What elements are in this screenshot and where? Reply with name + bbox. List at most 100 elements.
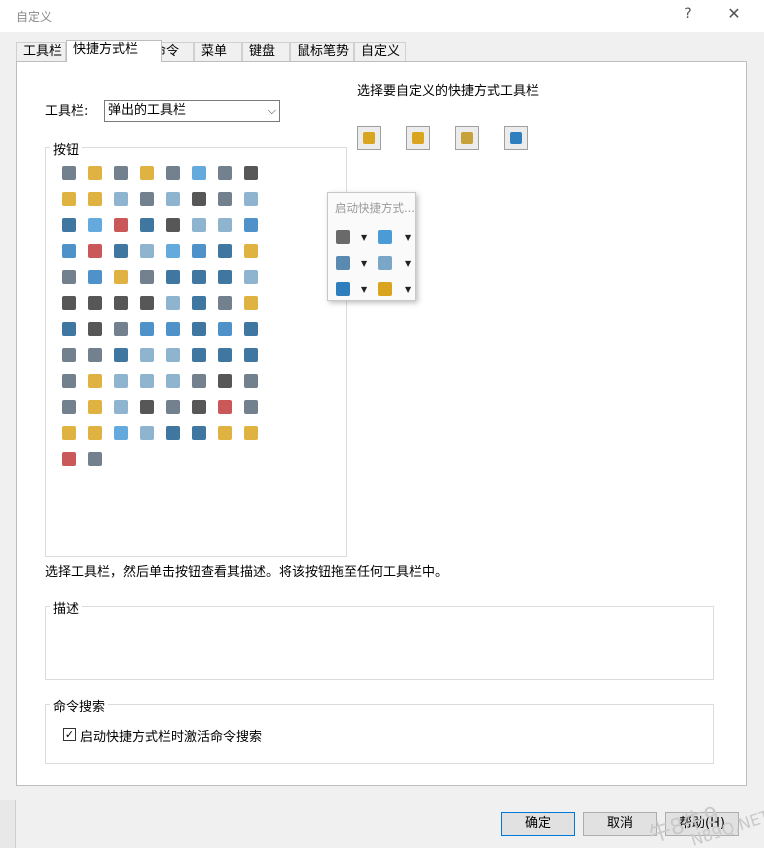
toolbar-button-icon[interactable]	[84, 214, 106, 236]
assembly-shortcut-button[interactable]	[406, 126, 430, 150]
toolbar-button-icon[interactable]	[58, 188, 80, 210]
toolbar-button-icon[interactable]	[58, 396, 80, 418]
toolbar-button-icon[interactable]	[84, 344, 106, 366]
part-shortcut-button[interactable]	[357, 126, 381, 150]
toolbar-button-icon[interactable]	[188, 292, 210, 314]
toolbar-button-icon[interactable]	[110, 370, 132, 392]
toolbar-button-icon[interactable]	[136, 240, 158, 262]
drawing-shortcut-button[interactable]	[455, 126, 479, 150]
toolbar-button-icon[interactable]	[110, 292, 132, 314]
shaded-view-icon[interactable]	[375, 253, 395, 273]
toolbar-button-icon[interactable]	[240, 162, 262, 184]
dropdown-arrow-icon[interactable]: ▼	[405, 233, 411, 242]
toolbar-button-icon[interactable]	[58, 162, 80, 184]
toolbar-button-icon[interactable]	[162, 422, 184, 444]
toolbar-button-icon[interactable]	[136, 344, 158, 366]
toolbar-button-icon[interactable]	[136, 214, 158, 236]
toolbar-button-icon[interactable]	[110, 240, 132, 262]
toolbar-button-icon[interactable]	[188, 240, 210, 262]
toolbar-button-icon[interactable]	[58, 292, 80, 314]
toolbar-button-icon[interactable]	[162, 188, 184, 210]
sketch-shortcut-button[interactable]	[504, 126, 528, 150]
toolbar-button-icon[interactable]	[240, 188, 262, 210]
toolbar-button-icon[interactable]	[110, 266, 132, 288]
view-orientation-icon[interactable]	[375, 227, 395, 247]
toolbar-button-icon[interactable]	[240, 422, 262, 444]
toolbar-button-icon[interactable]	[58, 448, 80, 470]
tab-keyboard[interactable]: 键盘	[242, 42, 290, 62]
close-icon[interactable]: ✕	[724, 4, 744, 23]
toolbar-button-icon[interactable]	[214, 214, 236, 236]
toolbar-button-icon[interactable]	[188, 370, 210, 392]
toolbar-button-icon[interactable]	[162, 292, 184, 314]
toolbar-button-icon[interactable]	[162, 318, 184, 340]
toolbar-button-icon[interactable]	[162, 240, 184, 262]
toolbar-button-icon[interactable]	[214, 422, 236, 444]
toolbar-button-icon[interactable]	[110, 422, 132, 444]
toolbar-button-icon[interactable]	[188, 188, 210, 210]
help-button[interactable]: 帮助(H)	[665, 812, 739, 836]
toolbar-button-icon[interactable]	[110, 318, 132, 340]
toolbar-button-icon[interactable]	[136, 292, 158, 314]
toolbar-button-icon[interactable]	[136, 396, 158, 418]
toolbar-button-icon[interactable]	[110, 344, 132, 366]
tab-menus[interactable]: 菜单	[194, 42, 242, 62]
toolbar-button-icon[interactable]	[58, 422, 80, 444]
toolbar-button-icon[interactable]	[240, 240, 262, 262]
toolbar-button-icon[interactable]	[136, 162, 158, 184]
toolbar-button-icon[interactable]	[240, 266, 262, 288]
dropdown-arrow-icon[interactable]: ▼	[405, 259, 411, 268]
toolbar-button-icon[interactable]	[58, 370, 80, 392]
toolbar-button-icon[interactable]	[58, 240, 80, 262]
toolbar-button-icon[interactable]	[84, 292, 106, 314]
toolbar-button-icon[interactable]	[136, 318, 158, 340]
select-arrow-icon[interactable]	[333, 227, 353, 247]
toolbar-button-icon[interactable]	[84, 188, 106, 210]
toolbar-dropdown[interactable]: 弹出的工具栏 ⌵	[104, 100, 280, 122]
toolbar-button-icon[interactable]	[214, 292, 236, 314]
toolbar-button-icon[interactable]	[214, 370, 236, 392]
toolbar-button-icon[interactable]	[84, 448, 106, 470]
ok-button[interactable]: 确定	[501, 812, 575, 836]
toolbar-button-icon[interactable]	[84, 370, 106, 392]
toolbar-button-icon[interactable]	[58, 318, 80, 340]
toolbar-button-icon[interactable]	[84, 266, 106, 288]
toolbar-button-icon[interactable]	[240, 214, 262, 236]
toolbar-button-icon[interactable]	[162, 214, 184, 236]
toolbar-button-icon[interactable]	[240, 370, 262, 392]
dropdown-arrow-icon[interactable]: ▼	[361, 285, 367, 294]
command-search-checkbox[interactable]: ✓	[63, 728, 76, 741]
toolbar-button-icon[interactable]	[188, 344, 210, 366]
tab-toolbars[interactable]: 工具栏	[16, 42, 66, 62]
toolbar-button-icon[interactable]	[162, 370, 184, 392]
dropdown-arrow-icon[interactable]: ▼	[405, 285, 411, 294]
tab-mouse-gestures[interactable]: 鼠标笔势	[290, 42, 354, 62]
appearance-icon[interactable]	[375, 279, 395, 299]
tab-customization[interactable]: 自定义	[354, 42, 406, 62]
toolbar-button-icon[interactable]	[58, 344, 80, 366]
toolbar-button-icon[interactable]	[214, 396, 236, 418]
toolbar-button-icon[interactable]	[188, 318, 210, 340]
toolbar-button-icon[interactable]	[58, 214, 80, 236]
section-view-icon[interactable]	[333, 279, 353, 299]
toolbar-button-icon[interactable]	[214, 240, 236, 262]
help-icon[interactable]: ?	[680, 6, 696, 22]
toolbar-button-icon[interactable]	[136, 370, 158, 392]
toolbar-button-icon[interactable]	[58, 266, 80, 288]
toolbar-button-icon[interactable]	[110, 396, 132, 418]
toolbar-button-icon[interactable]	[84, 396, 106, 418]
toolbar-button-icon[interactable]	[110, 214, 132, 236]
toolbar-button-icon[interactable]	[240, 318, 262, 340]
toolbar-button-icon[interactable]	[84, 162, 106, 184]
toolbar-button-icon[interactable]	[162, 344, 184, 366]
toolbar-button-icon[interactable]	[162, 396, 184, 418]
dropdown-arrow-icon[interactable]: ▼	[361, 259, 367, 268]
tab-shortcut-bars[interactable]: 快捷方式栏	[66, 40, 162, 62]
toolbar-button-icon[interactable]	[84, 422, 106, 444]
toolbar-button-icon[interactable]	[188, 266, 210, 288]
cancel-button[interactable]: 取消	[583, 812, 657, 836]
toolbar-button-icon[interactable]	[240, 396, 262, 418]
toolbar-button-icon[interactable]	[188, 422, 210, 444]
toolbar-button-icon[interactable]	[136, 266, 158, 288]
toolbar-button-icon[interactable]	[214, 188, 236, 210]
